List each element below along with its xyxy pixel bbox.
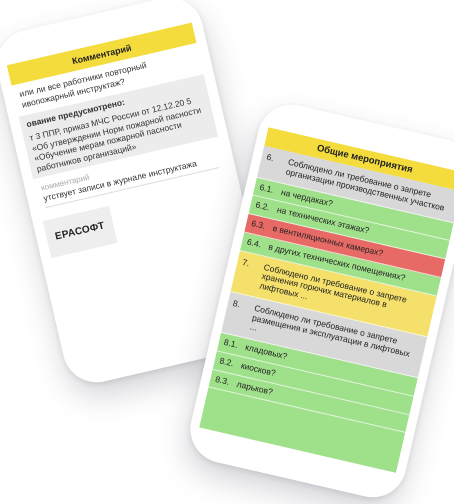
checklist-item-number: 6.4. — [246, 236, 263, 250]
company-logo-text: ЕРАСОФТ — [54, 220, 106, 243]
checklist-item-number: 6.1. — [258, 181, 275, 195]
checklist-item-number: 8.3. — [214, 373, 231, 387]
checklist-rows: 6. Соблюдено ли требование о запрете орга… — [208, 145, 454, 434]
checklist-item-number: 8.2. — [218, 355, 235, 369]
checklist-item-number: 6.3. — [250, 218, 267, 232]
checklist-item-number: 6.2. — [254, 199, 271, 213]
company-logo: ЕРАСОФТ — [42, 205, 118, 259]
checklist-item-number: 8.1. — [222, 337, 239, 351]
